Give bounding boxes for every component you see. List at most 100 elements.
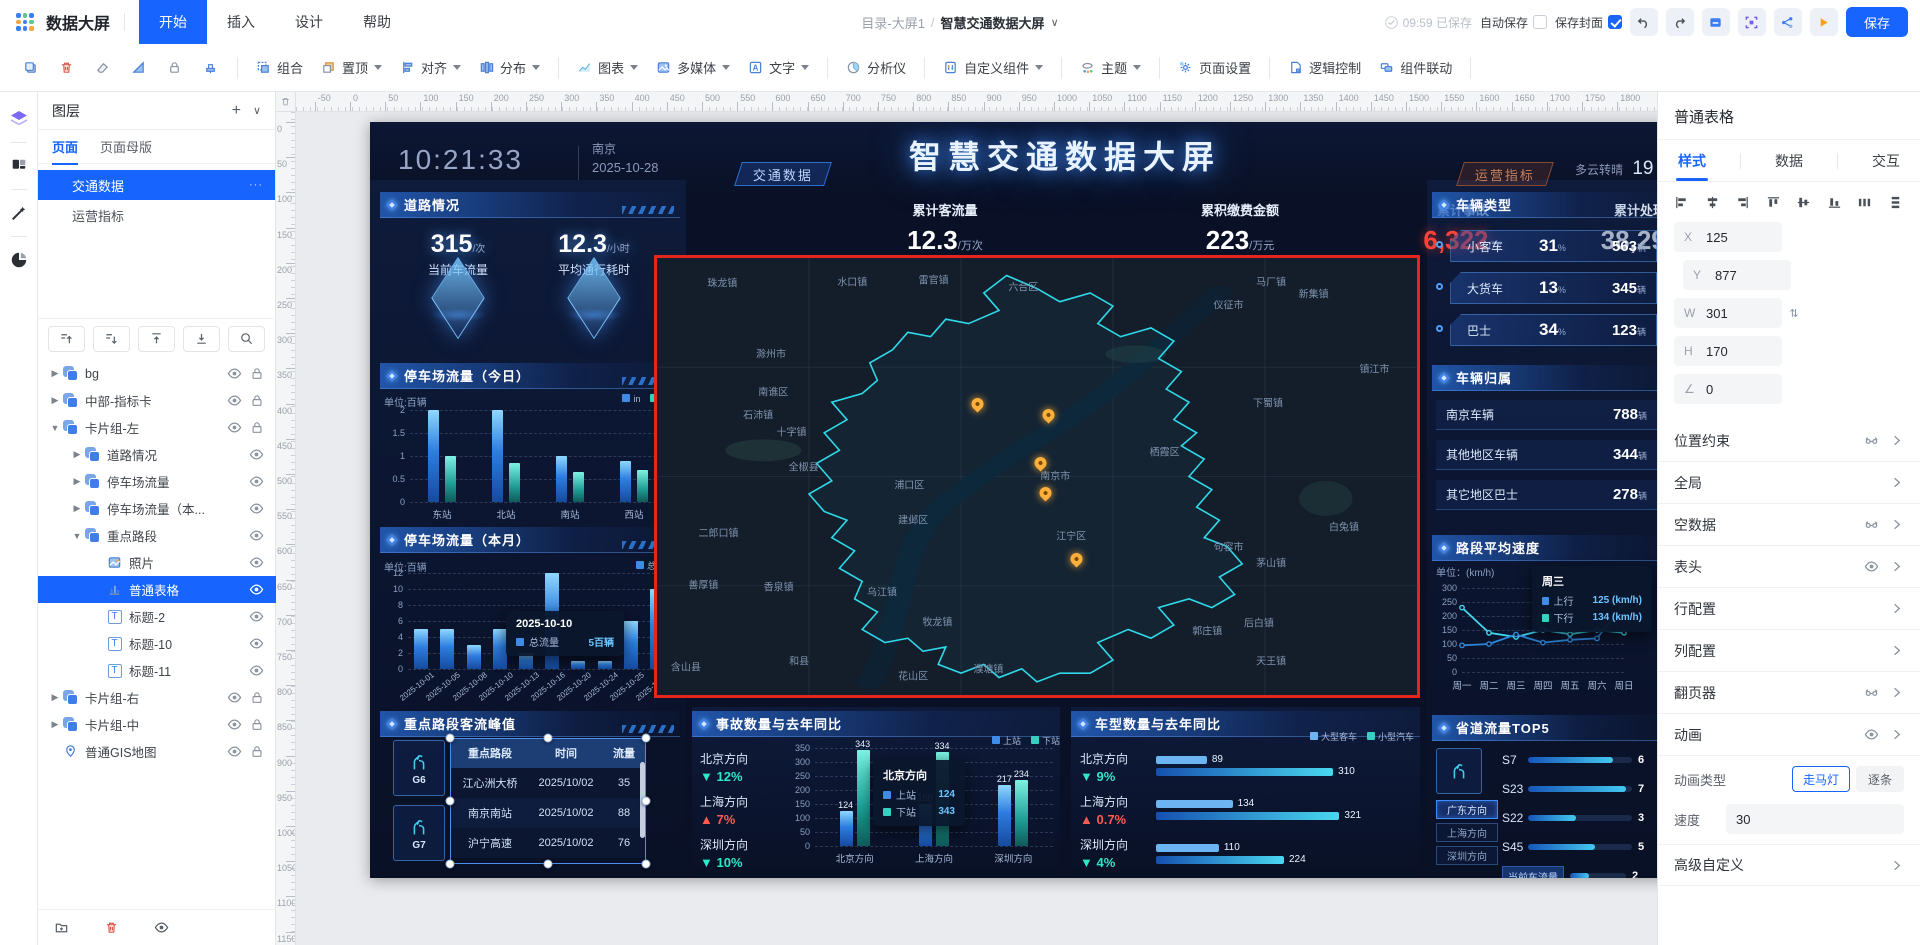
layer-item-停车场流量（本...[interactable]: ▶ 停车场流量（本... xyxy=(38,495,276,522)
road-speed-chart[interactable]: 单位：(km/h) 0 50 100 150 200 250 300 周一 周二 周三 周四 周五 周六周… xyxy=(1436,564,1657,706)
chevron-right-icon[interactable] xyxy=(1889,685,1904,700)
layer-item-普通GIS地图[interactable]: 普通GIS地图 xyxy=(38,738,276,765)
selection-handle[interactable] xyxy=(445,733,455,743)
toolbar-图表-button[interactable]: 图表 xyxy=(570,52,645,84)
toolbar-trash-button[interactable] xyxy=(50,52,82,84)
gis-map[interactable]: 珠龙镇 水口镇 雷官镇 六合区 马厂镇 新集镇 仪征市 滁州市 南谯区 镇江市 下蜀镇 石沛镇 十字镇全… xyxy=(654,255,1420,698)
save-cover-toggle[interactable]: 保存封面 xyxy=(1555,14,1622,31)
props-section-行配置[interactable]: 行配置 xyxy=(1658,588,1920,630)
props-tab-交互[interactable]: 交互 xyxy=(1866,141,1906,181)
layer-item-卡片组-右[interactable]: ▶ 卡片组-右 xyxy=(38,684,276,711)
accident-chart[interactable]: 上站下站050100150200250300350北京方向124343上海方向1… xyxy=(785,734,1060,876)
visibility-toggle-icon[interactable] xyxy=(227,690,242,705)
advanced-custom-row[interactable]: 高级自定义 xyxy=(1658,844,1920,886)
layer-item-卡片组-中[interactable]: ▶ 卡片组-中 xyxy=(38,711,276,738)
layer-item-标题-2[interactable]: T 标题-2 xyxy=(38,603,276,630)
layer-item-道路情况[interactable]: ▶ 道路情况 xyxy=(38,441,276,468)
menu-tab-2[interactable]: 设计 xyxy=(275,0,343,44)
props-section-动画[interactable]: 动画 xyxy=(1658,714,1920,756)
props-section-列配置[interactable]: 列配置 xyxy=(1658,630,1920,672)
toolbar-copy-button[interactable] xyxy=(14,52,46,84)
props-section-翻页器[interactable]: 翻页器 xyxy=(1658,672,1920,714)
props-section-表头[interactable]: 表头 xyxy=(1658,546,1920,588)
chevron-right-icon[interactable] xyxy=(1889,727,1904,742)
rail-item-widgets[interactable] xyxy=(6,153,32,179)
search-button[interactable] xyxy=(228,325,265,352)
expander-right-icon[interactable]: ▶ xyxy=(50,692,60,703)
save-cover-checkbox[interactable] xyxy=(1607,15,1622,29)
rail-item-layers[interactable] xyxy=(6,106,32,132)
rail-item-magic[interactable] xyxy=(6,200,32,226)
layer-item-停车场流量[interactable]: ▶ 停车场流量 xyxy=(38,468,276,495)
eye-icon[interactable] xyxy=(1864,559,1879,574)
toolbar-置顶-button[interactable]: 置顶 xyxy=(314,52,389,84)
x-field[interactable]: X 125 xyxy=(1674,222,1782,252)
folder-button[interactable] xyxy=(54,920,70,936)
props-section-位置约束[interactable]: 位置约束 xyxy=(1658,420,1920,462)
toolbar-lock-button[interactable] xyxy=(158,52,190,84)
expander-down-icon[interactable]: ▼ xyxy=(72,531,82,541)
y-field[interactable]: Y 877 xyxy=(1683,260,1791,290)
visibility-toggle-icon[interactable] xyxy=(227,393,242,408)
toolbar-eraser-button[interactable] xyxy=(86,52,118,84)
expander-right-icon[interactable]: ▶ xyxy=(50,368,60,379)
add-page-button[interactable]: + xyxy=(232,102,241,120)
direction-button-深圳方向[interactable]: 深圳方向 xyxy=(1436,846,1498,865)
visibility-toggle-icon[interactable] xyxy=(249,528,264,543)
menu-tab-1[interactable]: 插入 xyxy=(207,0,275,44)
component-button[interactable] xyxy=(1737,8,1766,36)
distribute-h-icon[interactable] xyxy=(1857,194,1873,210)
save-button[interactable]: 保存 xyxy=(1845,7,1908,37)
expander-down-icon[interactable]: ▼ xyxy=(50,423,60,433)
distribute-v-icon[interactable] xyxy=(1888,194,1904,210)
selection-handle[interactable] xyxy=(543,733,553,743)
autosave-toggle[interactable]: 自动保存 xyxy=(1480,14,1547,31)
toolbar-页面设置-button[interactable]: 页面设置 xyxy=(1171,52,1258,84)
to-top-button[interactable] xyxy=(138,325,175,352)
visibility-toggle-icon[interactable] xyxy=(249,663,264,678)
chevron-right-icon[interactable] xyxy=(1889,601,1904,616)
toolbar-fill-button[interactable] xyxy=(122,52,154,84)
toolbar-对齐-button[interactable]: 对齐 xyxy=(393,52,468,84)
toolbar-组件联动-button[interactable]: 组件联动 xyxy=(1372,52,1459,84)
breadcrumb-current[interactable]: 智慧交通数据大屏 xyxy=(941,13,1045,32)
rotate-field[interactable]: ∠ 0 xyxy=(1674,374,1782,404)
expander-right-icon[interactable]: ▶ xyxy=(50,395,60,406)
align-right-icon[interactable] xyxy=(1735,194,1751,210)
binding-icon[interactable] xyxy=(1864,517,1879,532)
layer-item-标题-11[interactable]: T 标题-11 xyxy=(38,657,276,684)
breadcrumb-parent[interactable]: 目录-大屏1 xyxy=(861,13,925,32)
visibility-toggle-icon[interactable] xyxy=(249,609,264,624)
chevron-right-icon[interactable] xyxy=(1889,475,1904,490)
chevron-right-icon[interactable] xyxy=(1889,559,1904,574)
lock-icon[interactable] xyxy=(250,394,264,408)
clear-guides-button[interactable] xyxy=(276,92,296,112)
visibility-toggle-icon[interactable] xyxy=(249,636,264,651)
layer-item-标题-10[interactable]: T 标题-10 xyxy=(38,630,276,657)
layers-tab-0[interactable]: 页面 xyxy=(52,130,79,165)
align-left-icon[interactable] xyxy=(1674,194,1690,210)
layers-tab-1[interactable]: 页面母版 xyxy=(100,130,152,164)
menu-tab-0[interactable]: 开始 xyxy=(139,0,208,44)
binding-icon[interactable] xyxy=(1864,433,1879,448)
move-down-button[interactable] xyxy=(93,325,130,352)
expander-right-icon[interactable]: ▶ xyxy=(50,719,60,730)
layer-item-中部-指标卡[interactable]: ▶ 中部-指标卡 xyxy=(38,387,276,414)
page-item-0[interactable]: 交通数据 ··· xyxy=(38,170,275,200)
dashboard-tab-operation[interactable]: 运营指标 xyxy=(1456,162,1554,186)
layer-item-普通表格[interactable]: 普通表格 xyxy=(38,576,276,603)
trash-button[interactable] xyxy=(104,920,120,936)
visibility-toggle-icon[interactable] xyxy=(249,501,264,516)
note-button[interactable] xyxy=(1701,8,1730,36)
layer-item-照片[interactable]: 照片 xyxy=(38,549,276,576)
visibility-toggle-icon[interactable] xyxy=(227,717,242,732)
menu-tab-3[interactable]: 帮助 xyxy=(343,0,411,44)
vehicle-chart[interactable]: 大型客车 小型汽车 89 310 134 321 110 224 xyxy=(1156,730,1418,878)
align-top-icon[interactable] xyxy=(1766,194,1782,210)
expander-right-icon[interactable]: ▶ xyxy=(72,476,82,487)
toolbar-多媒体-button[interactable]: 多媒体 xyxy=(649,52,737,84)
undo-button[interactable] xyxy=(1629,8,1658,36)
speed-input[interactable]: 30 xyxy=(1726,804,1904,834)
selection-handle[interactable] xyxy=(543,859,553,869)
autosave-checkbox[interactable] xyxy=(1532,15,1547,29)
